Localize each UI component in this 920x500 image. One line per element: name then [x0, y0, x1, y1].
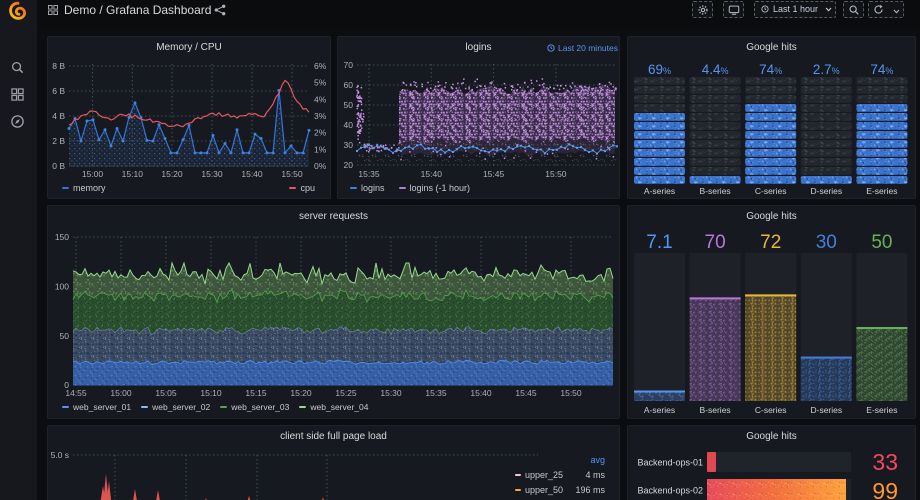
svg-text:72: 72: [760, 232, 781, 253]
svg-text:50: 50: [60, 331, 70, 341]
svg-text:5.0 s: 5.0 s: [51, 450, 69, 460]
svg-text:4 B: 4 B: [52, 111, 65, 121]
svg-text:15:50: 15:50: [560, 388, 582, 398]
svg-text:15:50: 15:50: [281, 169, 303, 179]
svg-text:E-series: E-series: [866, 186, 897, 196]
svg-text:60: 60: [344, 80, 354, 90]
svg-text:99: 99: [872, 478, 898, 500]
svg-text:8 B: 8 B: [52, 61, 65, 71]
svg-text:Backend-ops-02: Backend-ops-02: [637, 486, 703, 496]
svg-text:2 B: 2 B: [52, 136, 65, 146]
svg-text:74%: 74%: [759, 62, 782, 77]
svg-text:15:40: 15:40: [241, 169, 263, 179]
svg-text:3%: 3%: [314, 111, 327, 121]
svg-text:C-series: C-series: [755, 405, 787, 415]
svg-text:4.4%: 4.4%: [702, 62, 729, 77]
svg-text:30: 30: [816, 232, 837, 253]
svg-text:33: 33: [872, 449, 898, 475]
svg-text:15:05: 15:05: [155, 388, 177, 398]
svg-text:15:40: 15:40: [470, 388, 492, 398]
svg-text:15:15: 15:15: [245, 388, 267, 398]
svg-text:15:10: 15:10: [200, 388, 222, 398]
svg-text:100: 100: [55, 281, 69, 291]
svg-text:30: 30: [344, 140, 354, 150]
svg-text:15:45: 15:45: [483, 169, 505, 179]
svg-text:15:35: 15:35: [358, 169, 380, 179]
svg-text:0 B: 0 B: [52, 161, 65, 171]
svg-text:15:45: 15:45: [515, 388, 537, 398]
svg-text:6%: 6%: [314, 61, 327, 71]
svg-text:15:30: 15:30: [201, 169, 223, 179]
svg-text:15:00: 15:00: [82, 169, 104, 179]
svg-text:A-series: A-series: [644, 405, 675, 415]
svg-text:15:20: 15:20: [290, 388, 312, 398]
svg-text:20: 20: [344, 160, 354, 170]
svg-text:B-series: B-series: [700, 186, 731, 196]
svg-text:15:00: 15:00: [110, 388, 132, 398]
svg-text:C-series: C-series: [755, 186, 787, 196]
svg-text:D-series: D-series: [810, 405, 842, 415]
svg-text:50: 50: [871, 232, 892, 253]
svg-text:2.7%: 2.7%: [813, 62, 840, 77]
svg-text:B-series: B-series: [700, 405, 731, 415]
svg-text:15:20: 15:20: [161, 169, 183, 179]
svg-text:14:55: 14:55: [65, 388, 87, 398]
svg-text:15:25: 15:25: [335, 388, 357, 398]
svg-text:15:10: 15:10: [122, 169, 144, 179]
svg-text:7.1: 7.1: [646, 232, 672, 253]
svg-text:50: 50: [344, 100, 354, 110]
svg-text:15:50: 15:50: [545, 169, 567, 179]
svg-text:1%: 1%: [314, 144, 327, 154]
svg-text:70: 70: [344, 60, 354, 70]
svg-text:Backend-ops-01: Backend-ops-01: [637, 458, 703, 468]
svg-text:150: 150: [55, 232, 69, 242]
svg-text:4%: 4%: [314, 94, 327, 104]
svg-text:D-series: D-series: [810, 186, 842, 196]
svg-text:E-series: E-series: [866, 405, 897, 415]
svg-text:40: 40: [344, 120, 354, 130]
svg-text:15:30: 15:30: [380, 388, 402, 398]
svg-text:15:35: 15:35: [425, 388, 447, 398]
svg-text:15:40: 15:40: [421, 169, 443, 179]
svg-text:0%: 0%: [314, 161, 327, 171]
svg-text:5%: 5%: [314, 78, 327, 88]
svg-text:74%: 74%: [870, 62, 893, 77]
svg-text:69%: 69%: [648, 62, 671, 77]
svg-text:70: 70: [705, 232, 726, 253]
svg-text:6 B: 6 B: [52, 86, 65, 96]
svg-text:2%: 2%: [314, 128, 327, 138]
svg-text:A-series: A-series: [644, 186, 675, 196]
